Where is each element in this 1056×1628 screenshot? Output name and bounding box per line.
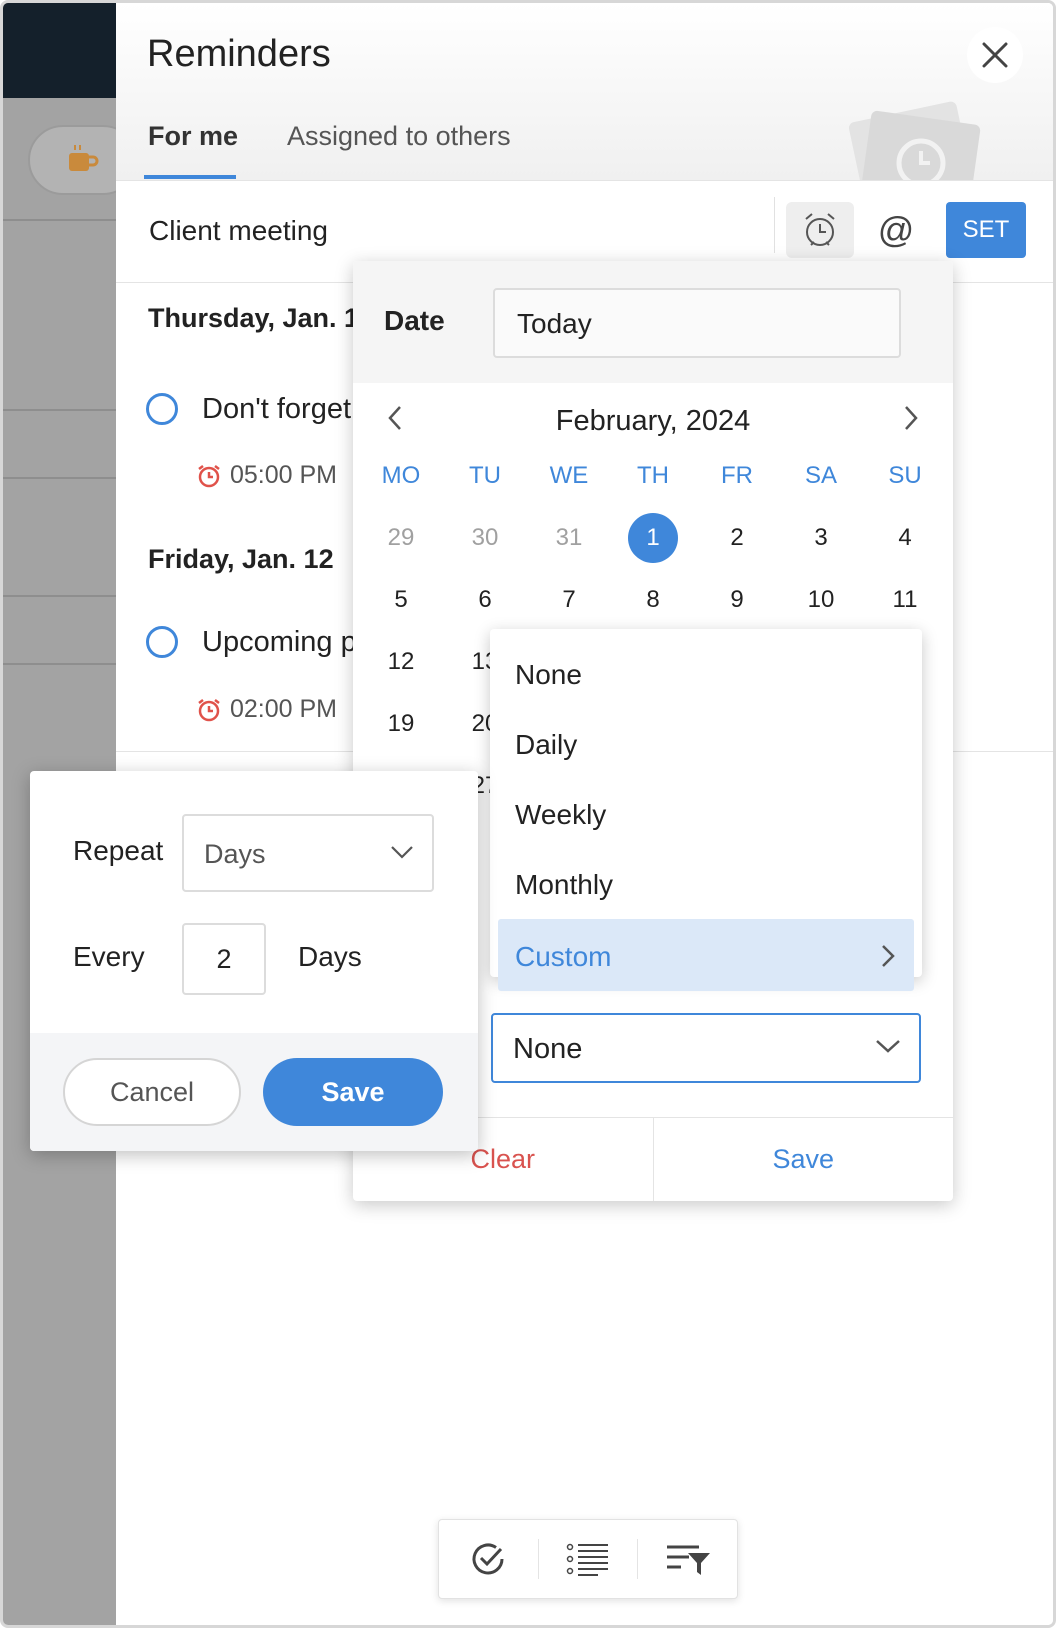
chevron-right-icon xyxy=(905,406,918,430)
sort-filter-button[interactable] xyxy=(638,1520,737,1598)
day-heading: Friday, Jan. 12 xyxy=(148,544,334,574)
divider xyxy=(3,409,116,411)
calendar-day[interactable]: 6 xyxy=(443,586,527,614)
repeat-option-label: Custom xyxy=(515,941,612,972)
repeat-options-menu: None Daily Weekly Monthly Custom xyxy=(490,629,922,991)
close-button[interactable] xyxy=(967,27,1023,83)
bottom-toolbar xyxy=(438,1519,738,1599)
repeat-unit-value: Days xyxy=(204,839,266,869)
repeat-option-weekly[interactable]: Weekly xyxy=(490,777,922,849)
divider xyxy=(774,197,775,253)
repeat-select-value: None xyxy=(513,1033,583,1065)
app-frame: Reminders For me Assigned to others Clie… xyxy=(0,0,1056,1628)
mention-button[interactable]: @ xyxy=(868,202,924,258)
weekday-label: TU xyxy=(469,462,501,489)
custom-repeat-footer: Cancel Save xyxy=(30,1033,478,1151)
complete-checkbox[interactable] xyxy=(146,626,178,658)
calendar-day[interactable]: 30 xyxy=(443,524,527,552)
calendar-day[interactable]: 19 xyxy=(359,710,443,738)
save-button[interactable]: Save xyxy=(263,1058,443,1126)
tab-assigned-to-others[interactable]: Assigned to others xyxy=(287,121,511,152)
weekday-label: FR xyxy=(721,462,753,489)
list-icon xyxy=(566,1543,608,1576)
repeat-unit-select[interactable]: Days xyxy=(182,814,434,892)
every-label: Every xyxy=(73,941,145,972)
calendar-day[interactable]: 12 xyxy=(359,648,443,676)
weekday-label: SU xyxy=(888,462,922,489)
divider xyxy=(3,219,116,221)
cancel-button[interactable]: Cancel xyxy=(63,1058,241,1126)
reminder-time: 02:00 PM xyxy=(230,695,338,723)
alarm-clock-decoration-icon xyxy=(848,101,981,180)
filter-icon xyxy=(666,1545,710,1575)
calendar-day[interactable]: 31 xyxy=(527,524,611,552)
calendar-day[interactable]: 3 xyxy=(779,524,863,552)
calendar-day-selected[interactable]: 1 xyxy=(611,513,695,563)
calendar-day[interactable]: 29 xyxy=(359,524,443,552)
calendar-day[interactable]: 2 xyxy=(695,524,779,552)
calendar-day[interactable]: 9 xyxy=(695,586,779,614)
reminder-text[interactable]: Upcoming p xyxy=(202,626,357,659)
alarm-icon xyxy=(198,699,220,722)
repeat-label: Repeat xyxy=(73,835,164,866)
weekday-label: TH xyxy=(637,462,669,489)
date-label: Date xyxy=(384,305,445,336)
repeat-option-monthly[interactable]: Monthly xyxy=(490,847,922,919)
calendar-day[interactable]: 7 xyxy=(527,586,611,614)
next-month-button[interactable] xyxy=(901,403,921,442)
custom-repeat-popup: Repeat Days Every 2 Days Cancel Save xyxy=(30,771,478,1151)
alarm-button[interactable] xyxy=(786,202,854,258)
calendar-week-row: 5 6 7 8 9 10 11 xyxy=(359,569,947,631)
day-heading: Thursday, Jan. 11 xyxy=(148,303,373,333)
calendar-day[interactable]: 5 xyxy=(359,586,443,614)
chevron-down-icon xyxy=(391,846,413,859)
calendar-day[interactable]: 8 xyxy=(611,586,695,614)
repeat-option-none[interactable]: None xyxy=(490,637,922,709)
reminder-text-input[interactable]: Client meeting xyxy=(149,215,328,247)
weekday-label: SA xyxy=(804,462,837,489)
reminder-text[interactable]: Don't forget xyxy=(202,393,351,426)
date-input[interactable]: Today xyxy=(493,288,901,358)
calendar-day[interactable]: 11 xyxy=(863,586,947,614)
repeat-option-daily[interactable]: Daily xyxy=(490,707,922,779)
close-icon xyxy=(982,42,1008,68)
check-circle-icon xyxy=(472,1543,504,1575)
chevron-right-icon xyxy=(882,945,895,967)
weekday-label: WE xyxy=(549,462,589,489)
panel-header: Reminders For me Assigned to others xyxy=(116,3,1053,181)
calendar-week-row: 29 30 31 1 2 3 4 xyxy=(359,507,947,569)
divider xyxy=(3,595,116,597)
active-tab-indicator xyxy=(144,175,236,179)
divider xyxy=(3,477,116,479)
every-unit-label: Days xyxy=(298,941,362,972)
set-button[interactable]: SET xyxy=(946,202,1026,258)
calendar-day[interactable]: 4 xyxy=(863,524,947,552)
calendar-day[interactable]: 10 xyxy=(779,586,863,614)
divider xyxy=(3,663,116,665)
completed-filter-button[interactable] xyxy=(439,1520,538,1598)
repeat-select[interactable]: None xyxy=(491,1013,921,1083)
list-view-button[interactable] xyxy=(539,1520,638,1598)
date-picker-header: Date Today xyxy=(353,261,953,383)
reminder-time: 05:00 PM xyxy=(230,461,338,489)
weekday-label: MO xyxy=(381,462,421,489)
alarm-icon xyxy=(198,465,220,488)
left-sidebar-header xyxy=(3,3,116,98)
complete-checkbox[interactable] xyxy=(146,393,178,425)
save-button[interactable]: Save xyxy=(654,1118,954,1201)
selected-day-marker: 1 xyxy=(628,513,678,563)
every-count-input[interactable]: 2 xyxy=(182,923,266,995)
coffee-mug-icon xyxy=(69,145,99,171)
repeat-option-custom[interactable]: Custom xyxy=(498,919,914,991)
alarm-clock-icon xyxy=(805,213,835,246)
panel-title: Reminders xyxy=(147,33,331,75)
tab-for-me[interactable]: For me xyxy=(148,121,238,152)
chevron-down-icon xyxy=(876,1040,900,1053)
weekday-header-row: MO TU WE TH FR SA SU xyxy=(359,445,947,507)
calendar-month-label: February, 2024 xyxy=(555,405,751,437)
